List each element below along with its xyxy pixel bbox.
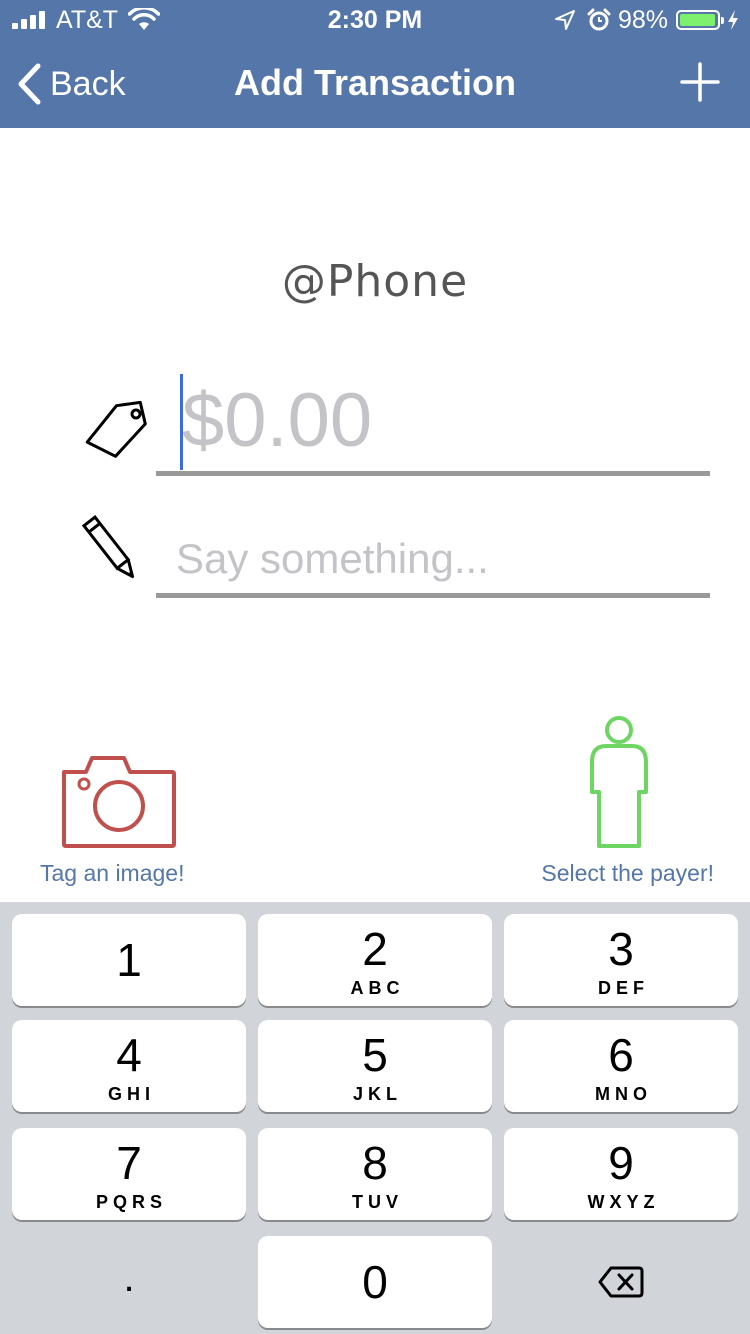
key-9[interactable]: 9 WXYZ — [504, 1128, 738, 1220]
key-digit: 1 — [116, 934, 142, 986]
key-letters: DEF — [598, 978, 649, 998]
key-4[interactable]: 4 GHI — [12, 1020, 246, 1112]
note-input[interactable] — [156, 526, 710, 592]
key-6[interactable]: 6 MNO — [504, 1020, 738, 1112]
page-title: Add Transaction — [233, 62, 517, 103]
key-2[interactable]: 2 ABC — [258, 914, 492, 1006]
top-bar: AT&T 2:30 PM 98% Back Add Transaction — [0, 0, 750, 128]
key-3[interactable]: 3 DEF — [504, 914, 738, 1006]
key-0[interactable]: 0 — [258, 1236, 492, 1328]
price-tag-icon — [85, 400, 147, 458]
tag-image-link[interactable]: Tag an image! — [40, 860, 184, 887]
location-arrow-icon — [554, 10, 575, 30]
key-letters: TUV — [352, 1192, 403, 1212]
numeric-keypad: 1 2 ABC 3 DEF 4 GHI 5 JKL 6 MNO 7 PQRS 8… — [0, 902, 750, 1334]
alarm-icon — [587, 8, 611, 31]
amount-input[interactable] — [156, 370, 710, 470]
battery-percentage: 98% — [617, 5, 668, 34]
camera-icon[interactable] — [60, 754, 178, 850]
key-digit: 6 — [608, 1029, 634, 1081]
note-underline — [156, 593, 710, 598]
key-decimal[interactable]: . — [12, 1236, 246, 1328]
key-1[interactable]: 1 — [12, 914, 246, 1006]
text-cursor — [180, 374, 183, 470]
key-letters: GHI — [107, 1084, 155, 1104]
navigation-bar: Back Add Transaction — [0, 40, 750, 128]
key-digit: 9 — [608, 1137, 634, 1189]
key-digit: 0 — [362, 1256, 388, 1308]
key-5[interactable]: 5 JKL — [258, 1020, 492, 1112]
backspace-icon — [598, 1266, 644, 1298]
key-digit: 5 — [362, 1029, 388, 1081]
select-payer-link[interactable]: Select the payer! — [541, 860, 714, 887]
key-digit: . — [123, 1256, 135, 1300]
key-7[interactable]: 7 PQRS — [12, 1128, 246, 1220]
key-letters: PQRS — [95, 1192, 167, 1212]
key-digit: 3 — [608, 923, 634, 975]
group-title: @Phone — [281, 256, 469, 307]
battery-fill — [680, 14, 716, 26]
key-digit: 7 — [116, 1137, 142, 1189]
plus-icon[interactable] — [678, 60, 722, 104]
pencil-icon — [81, 515, 135, 579]
charging-bolt-icon — [728, 10, 738, 30]
key-digit: 8 — [362, 1137, 388, 1189]
amount-field[interactable] — [156, 370, 710, 476]
key-8[interactable]: 8 TUV — [258, 1128, 492, 1220]
amount-underline — [156, 471, 710, 476]
key-letters: ABC — [350, 978, 405, 998]
key-digit: 2 — [362, 923, 388, 975]
key-letters: JKL — [352, 1084, 402, 1104]
key-letters: WXYZ — [587, 1192, 660, 1212]
battery-icon — [676, 10, 724, 30]
person-icon[interactable] — [584, 714, 654, 850]
key-digit: 4 — [116, 1029, 142, 1081]
key-letters: MNO — [595, 1084, 652, 1104]
note-field[interactable] — [156, 526, 710, 598]
status-right: 98% — [554, 6, 740, 34]
status-bar: AT&T 2:30 PM 98% — [0, 0, 750, 40]
delete-key[interactable] — [504, 1236, 738, 1328]
